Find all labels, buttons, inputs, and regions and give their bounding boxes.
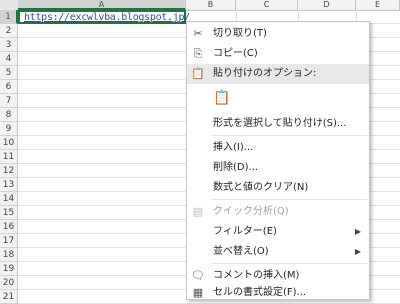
row-header-12[interactable]: 12 xyxy=(0,164,18,178)
menu-separator xyxy=(211,199,367,200)
row-header-5[interactable]: 5 xyxy=(0,66,18,80)
quick-analysis-icon: ▤ xyxy=(192,205,204,218)
row-header-17[interactable]: 17 xyxy=(0,234,18,248)
menu-item-quick-analysis: ▤ クイック分析(Q) xyxy=(187,202,369,222)
row-header-14[interactable]: 14 xyxy=(0,192,18,206)
paste-button-row: 📋 xyxy=(187,84,369,112)
menu-separator xyxy=(211,135,367,136)
menu-item-label: フィルター(E) xyxy=(213,226,277,237)
menu-item-paste-options: 📋 貼り付けのオプション: xyxy=(187,64,369,84)
menu-item-label: 並べ替え(O) xyxy=(213,246,269,257)
menu-separator xyxy=(211,263,367,264)
select-all-corner[interactable] xyxy=(0,0,19,10)
menu-item-label: 削除(D)... xyxy=(213,162,259,173)
context-menu: ✂ 切り取り(T) ⎘ コピー(C) 📋 貼り付けのオプション: 📋 形式を選択… xyxy=(186,21,370,300)
paste-clipboard-icon[interactable]: 📋 xyxy=(213,88,231,108)
row-header-13[interactable]: 13 xyxy=(0,178,18,192)
menu-item-label: 貼り付けのオプション: xyxy=(213,68,317,79)
row-header-9[interactable]: 9 xyxy=(0,122,18,136)
menu-item-cut[interactable]: ✂ 切り取り(T) xyxy=(187,24,369,44)
row-header-16[interactable]: 16 xyxy=(0,220,18,234)
row-header-3[interactable]: 3 xyxy=(0,38,18,52)
menu-item-filter[interactable]: フィルター(E) ▶ xyxy=(187,222,369,242)
menu-item-delete[interactable]: 削除(D)... xyxy=(187,158,369,178)
menu-item-clear-contents[interactable]: 数式と値のクリア(N) xyxy=(187,178,369,198)
row-header-15[interactable]: 15 xyxy=(0,206,18,220)
scissors-icon: ✂ xyxy=(193,27,203,40)
submenu-arrow-icon: ▶ xyxy=(354,247,361,256)
submenu-arrow-icon: ▶ xyxy=(354,227,361,236)
menu-item-insert-comment[interactable]: 🗨 コメントの挿入(M) xyxy=(187,266,369,286)
clipboard-icon: 📋 xyxy=(191,67,205,80)
row-header-1[interactable]: 1 xyxy=(0,10,18,24)
menu-item-label: セルの書式設定(F)... xyxy=(213,287,307,298)
row-header-4[interactable]: 4 xyxy=(0,52,18,66)
menu-item-label: 挿入(I)... xyxy=(213,142,254,153)
row-header-10[interactable]: 10 xyxy=(0,136,18,150)
menu-item-label: コメントの挿入(M) xyxy=(213,270,300,281)
column-header-c[interactable]: C xyxy=(236,0,298,10)
row-header-21[interactable]: 21 xyxy=(0,290,18,304)
row-header-8[interactable]: 8 xyxy=(0,108,18,122)
menu-item-insert[interactable]: 挿入(I)... xyxy=(187,138,369,158)
menu-item-label: コピー(C) xyxy=(213,48,258,59)
menu-item-label: クイック分析(Q) xyxy=(213,206,289,217)
menu-item-sort[interactable]: 並べ替え(O) ▶ xyxy=(187,242,369,262)
format-cells-icon: ▦ xyxy=(192,286,204,299)
menu-item-format-cells[interactable]: ▦ セルの書式設定(F)... xyxy=(187,286,369,300)
comment-icon: 🗨 xyxy=(191,269,205,282)
menu-item-label: 形式を選択して貼り付け(S)... xyxy=(213,118,347,129)
menu-item-label: 切り取り(T) xyxy=(213,28,267,39)
column-header-a[interactable]: A xyxy=(18,0,186,10)
menu-item-copy[interactable]: ⎘ コピー(C) xyxy=(187,44,369,64)
row-header-2[interactable]: 2 xyxy=(0,24,18,38)
column-header-b[interactable]: B xyxy=(186,0,236,10)
column-header-e[interactable]: E xyxy=(356,0,400,10)
menu-item-paste-special[interactable]: 形式を選択して貼り付け(S)... xyxy=(187,114,369,134)
row-header-20[interactable]: 20 xyxy=(0,276,18,290)
menu-item-label: 数式と値のクリア(N) xyxy=(213,182,309,193)
copy-icon: ⎘ xyxy=(193,47,203,60)
row-header-18[interactable]: 18 xyxy=(0,248,18,262)
row-header-11[interactable]: 11 xyxy=(0,150,18,164)
cell-a1-hyperlink[interactable]: https://excwlvba.blogspot.jp/ xyxy=(24,11,190,24)
row-header-6[interactable]: 6 xyxy=(0,80,18,94)
column-header-d[interactable]: D xyxy=(298,0,356,10)
row-header-19[interactable]: 19 xyxy=(0,262,18,276)
row-header-7[interactable]: 7 xyxy=(0,94,18,108)
